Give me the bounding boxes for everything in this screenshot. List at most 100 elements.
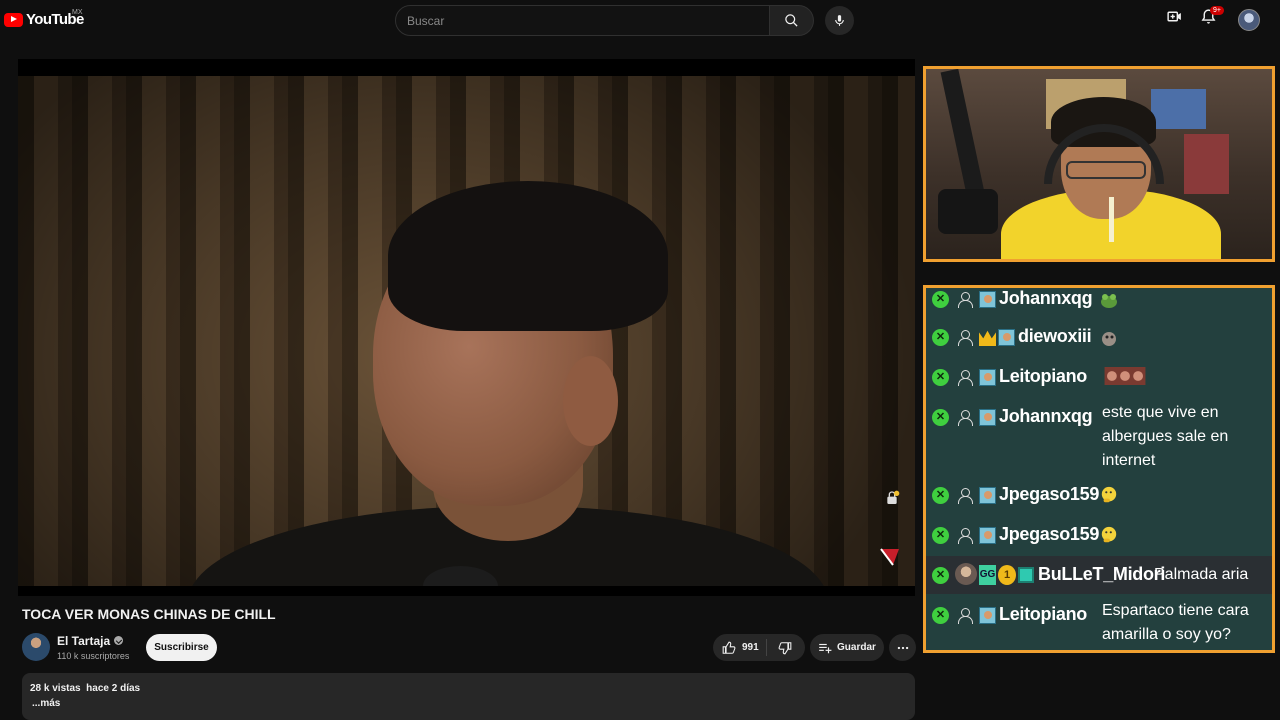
youtube-logo[interactable]: YouTube MX (4, 9, 84, 28)
masthead: YouTube MX 9+ (0, 0, 1280, 40)
search-icon (785, 14, 798, 27)
more-horizontal-icon (897, 646, 908, 649)
gift-badge-icon (1018, 567, 1034, 583)
subscriber-badge-icon (998, 329, 1015, 346)
x-badge-icon: ✕ (932, 369, 949, 386)
chat-message: ✕ Johannxqg (926, 288, 1272, 314)
chat-username: Jpegaso159 (999, 524, 1100, 544)
user-icon (957, 527, 973, 544)
subscriber-badge-icon (979, 369, 996, 386)
chat-username: Leitopiano (999, 366, 1087, 386)
chat-message: ✕ Johannxqg este que vive en albergues s… (926, 398, 1272, 476)
user-icon (957, 607, 973, 624)
show-more-link[interactable]: ...más (32, 698, 60, 709)
voice-search-button[interactable] (825, 6, 854, 35)
chat-overlay: ✕ Johannxqg ✕ diewoxiii ✕ Leitopiano ✕ J… (923, 285, 1275, 653)
view-count: 28 k vistas (30, 683, 81, 694)
video-meta: 28 k vistas hace 2 días (30, 683, 140, 694)
watermark-icon (879, 547, 901, 572)
cam-poster (1151, 89, 1206, 129)
x-badge-icon: ✕ (932, 607, 949, 624)
like-count: 991 (742, 642, 759, 653)
user-icon (957, 487, 973, 504)
x-badge-icon: ✕ (932, 527, 949, 544)
frog-emote (1101, 294, 1117, 308)
video-person-ear (563, 356, 618, 446)
chat-username: Leitopiano (999, 604, 1087, 624)
cam-poster-2 (1184, 134, 1229, 194)
subscriber-badge-icon (979, 409, 996, 426)
x-badge-icon: ✕ (932, 291, 949, 308)
subscriber-badge-icon (979, 527, 996, 544)
thumbs-up-icon (722, 641, 736, 654)
search-button[interactable] (770, 5, 814, 36)
thumbs-down-icon (778, 641, 792, 654)
video-player[interactable] (18, 59, 915, 596)
subscriber-badge-icon (979, 487, 996, 504)
account-avatar[interactable] (1238, 9, 1260, 31)
like-dislike-group: 991 (713, 634, 805, 661)
youtube-play-icon (4, 12, 23, 27)
search-bar (395, 5, 814, 36)
chat-username: Jpegaso159 (999, 484, 1100, 504)
chat-message: ✕ Leitopiano Espartaco tiene cara amaril… (926, 594, 1272, 650)
chat-message: ✕ diewoxiii (926, 318, 1272, 356)
subscriber-count: 110 k suscriptores (57, 651, 130, 661)
chat-message-text: Espartaco tiene cara amarilla o soy yo? (1102, 602, 1249, 643)
dog-emote (1102, 332, 1116, 346)
create-button[interactable] (1166, 8, 1183, 30)
gg-badge-icon: GG (979, 565, 996, 585)
save-button[interactable]: Guardar (810, 634, 884, 661)
faces-emote (1104, 367, 1146, 385)
user-icon (957, 409, 973, 426)
search-input[interactable] (395, 5, 770, 36)
microphone-icon (835, 15, 844, 26)
x-badge-icon: ✕ (932, 329, 949, 346)
subscriber-badge-icon (979, 607, 996, 624)
dislike-button[interactable] (767, 641, 792, 655)
webcam-overlay (923, 66, 1275, 262)
description-box[interactable]: 28 k vistas hace 2 días ...más (22, 673, 915, 720)
channel-name[interactable]: El Tartaja (57, 634, 124, 648)
notifications-button[interactable]: 9+ (1200, 6, 1224, 30)
playlist-add-icon (819, 643, 832, 653)
verified-icon (114, 636, 124, 645)
user-avatar (955, 563, 977, 585)
create-video-icon (1167, 11, 1181, 22)
country-code: MX (72, 9, 83, 16)
user-icon (957, 329, 973, 346)
user-icon (957, 369, 973, 386)
video-title: TOCA VER MONAS CHINAS DE CHILL (22, 606, 276, 622)
x-badge-icon: ✕ (932, 409, 949, 426)
chat-username: diewoxiii (1018, 326, 1092, 346)
chat-message: ✕ Leitopiano (926, 358, 1272, 396)
chat-username: Johannxqg (999, 406, 1093, 426)
like-button[interactable]: 991 (713, 639, 767, 656)
notification-count-badge: 9+ (1210, 6, 1224, 15)
tier-badge-icon: 1 (998, 565, 1016, 585)
chat-message: ✕ GG 1 BuLLeT_Midori Palmada aria (926, 556, 1272, 594)
x-badge-icon: ✕ (932, 567, 949, 584)
chat-message: ✕ Jpegaso159 (926, 516, 1272, 554)
channel-name-text[interactable]: El Tartaja (57, 634, 110, 648)
upload-age: hace 2 días (86, 683, 141, 694)
cam-glasses (1066, 161, 1146, 179)
channel-avatar[interactable] (22, 633, 50, 661)
chat-message-text: este que vive en albergues sale en inter… (1102, 404, 1229, 469)
video-person-hair (388, 181, 668, 331)
chat-username: BuLLeT_Midori (1038, 564, 1166, 584)
user-icon (957, 291, 973, 308)
chat-message: ✕ Jpegaso159 (926, 476, 1272, 514)
cam-straw (1109, 197, 1114, 242)
chat-username: Johannxqg (999, 288, 1093, 308)
subscribe-button[interactable]: Suscribirse (146, 634, 217, 661)
lock-icon (884, 490, 900, 511)
subscriber-badge-icon (979, 291, 996, 308)
cam-microphone (938, 189, 998, 234)
save-label: Guardar (837, 642, 876, 653)
video-frame (18, 76, 915, 586)
chat-message-text: Palmada aria (1154, 566, 1249, 583)
crown-icon (979, 330, 996, 346)
thinking-emoji (1101, 486, 1117, 503)
more-actions-button[interactable] (889, 634, 916, 661)
